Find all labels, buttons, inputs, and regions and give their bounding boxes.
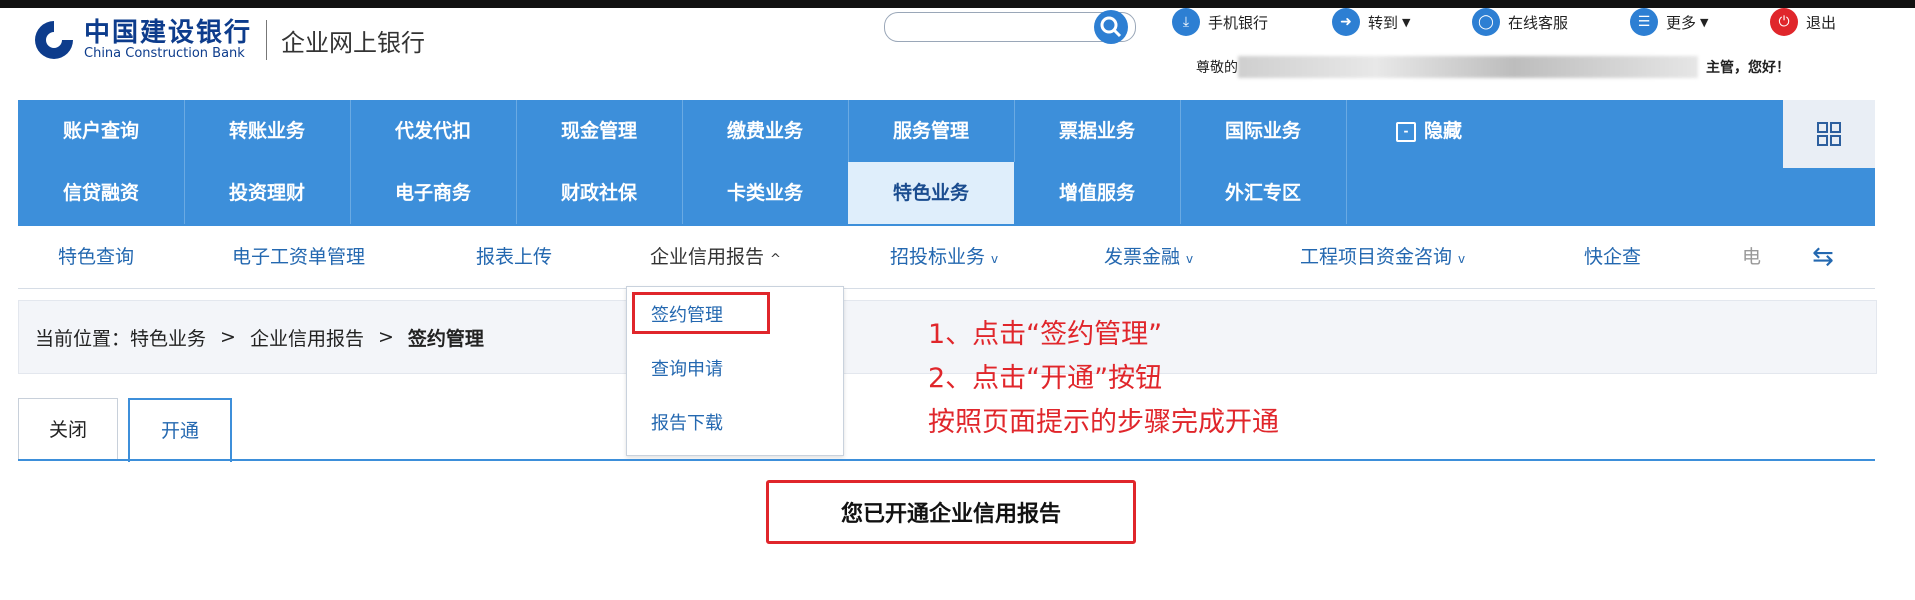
subnav-quick-query[interactable]: 快企查 [1584, 226, 1641, 288]
welcome-suffix: 主管，您好！ [1706, 60, 1790, 76]
menu-item-sign-management[interactable]: 签约管理 [651, 301, 723, 327]
nav-credit-financing[interactable]: 信贷融资 [18, 162, 185, 224]
grid-menu-button[interactable] [1783, 100, 1875, 168]
nav-forex[interactable]: 外汇专区 [1180, 162, 1347, 224]
nav-payroll[interactable]: 代发代扣 [350, 100, 517, 162]
sub-nav: 特色查询 电子工资单管理 报表上传 企业信用报告 ^ 招投标业务 v 发票金融 v 工… [18, 226, 1875, 289]
menu-item-query-application[interactable]: 查询申请 [651, 355, 723, 381]
bidding-label: 招投标业务 [890, 246, 986, 268]
subnav-bidding[interactable]: 招投标业务 v [890, 226, 998, 288]
nav-finance-social[interactable]: 财政社保 [516, 162, 683, 224]
ccb-logo-icon [35, 21, 73, 59]
nav-service-management[interactable]: 服务管理 [848, 100, 1015, 162]
breadcrumb-level1[interactable]: 特色业务 [130, 324, 206, 351]
welcome-message: 尊敬的 主管，您好！ [1196, 56, 1790, 78]
breadcrumb-separator-icon: > [220, 326, 236, 348]
project-funds-label: 工程项目资金咨询 [1300, 246, 1453, 268]
credit-report-dropdown: 签约管理 查询申请 报告下载 [626, 286, 844, 456]
online-service-link[interactable]: ◯ 在线客服 [1472, 8, 1568, 36]
nav-cards[interactable]: 卡类业务 [682, 162, 849, 224]
subnav-payslip[interactable]: 电子工资单管理 [232, 226, 365, 288]
credit-report-label: 企业信用报告 [650, 246, 765, 268]
logo-text: 中国建设银行 China Construction Bank [84, 19, 252, 61]
redacted-company-name [1238, 56, 1698, 78]
tab-close[interactable]: 关闭 [18, 398, 118, 461]
subnav-overflow-item[interactable]: 电 [1742, 226, 1761, 288]
chevron-down-icon: v [991, 252, 999, 266]
invoice-finance-label: 发票金融 [1104, 246, 1181, 268]
main-nav: 账户查询 转账业务 代发代扣 现金管理 缴费业务 服务管理 票据业务 国际业务 … [18, 100, 1875, 226]
forward-arrow-icon: ➜ [1332, 8, 1360, 36]
nav-ecommerce[interactable]: 电子商务 [350, 162, 517, 224]
annotation-step1: 1、点击“签约管理” [928, 319, 1163, 350]
status-message: 您已开通企业信用报告 [766, 480, 1136, 544]
goto-label: 转到 [1368, 13, 1399, 32]
top-border [0, 0, 1915, 8]
breadcrumb-prefix: 当前位置： [35, 327, 131, 350]
nav-transfer[interactable]: 转账业务 [184, 100, 351, 162]
subnav-invoice-finance[interactable]: 发票金融 v [1104, 226, 1193, 288]
more-label: 更多 [1666, 13, 1697, 32]
subnav-project-funds[interactable]: 工程项目资金咨询 v [1300, 226, 1465, 288]
menu-item-report-download[interactable]: 报告下载 [651, 409, 723, 435]
chevron-down-icon: ▼ [1700, 15, 1709, 29]
power-icon: ⏻ [1770, 8, 1798, 36]
breadcrumb-level2[interactable]: 企业信用报告 [250, 324, 364, 351]
nav-hide-button[interactable]: - 隐藏 [1346, 100, 1512, 162]
chevron-down-icon: v [1458, 252, 1466, 266]
grid-icon [1817, 122, 1841, 146]
chevron-up-icon: ^ [770, 252, 781, 267]
bank-logo[interactable]: 中国建设银行 China Construction Bank 企业网上银行 [32, 16, 425, 64]
scroll-arrows-icon[interactable]: ⇆ [1812, 226, 1834, 288]
bank-name-cn: 中国建设银行 [84, 18, 253, 48]
bank-name-en: China Construction Bank [84, 46, 245, 61]
nav-value-added[interactable]: 增值服务 [1014, 162, 1181, 224]
subnav-report-upload[interactable]: 报表上传 [476, 226, 552, 288]
breadcrumb-separator-icon: > [377, 326, 394, 348]
subnav-credit-report[interactable]: 企业信用报告 ^ [650, 226, 781, 288]
nav-special-business[interactable]: 特色业务 [848, 162, 1014, 224]
hide-icon: - [1395, 121, 1416, 142]
nav-bill-payment[interactable]: 缴费业务 [682, 100, 849, 162]
welcome-prefix: 尊敬的 [1196, 60, 1238, 76]
mobile-bank-label: 手机银行 [1208, 13, 1269, 32]
nav-bills[interactable]: 票据业务 [1014, 100, 1181, 162]
mobile-bank-link[interactable]: ⤓ 手机银行 [1172, 8, 1268, 36]
annotation-step3: 按照页面提示的步骤完成开通 [928, 407, 1279, 438]
search-icon [1100, 16, 1122, 38]
nav-investment[interactable]: 投资理财 [184, 162, 351, 224]
logo-divider [266, 20, 268, 60]
more-menu[interactable]: ☰ 更多 ▼ [1630, 8, 1708, 36]
search-button[interactable] [1094, 10, 1128, 44]
annotation-step2: 2、点击“开通”按钮 [928, 363, 1163, 394]
breadcrumb-current: 签约管理 [407, 327, 484, 350]
download-icon: ⤓ [1172, 8, 1200, 36]
chevron-down-icon: ▼ [1402, 15, 1411, 29]
site-name: 企业网上银行 [281, 28, 426, 57]
nav-account-query[interactable]: 账户查询 [18, 100, 185, 162]
chevron-down-icon: v [1186, 252, 1194, 266]
search-input[interactable] [895, 13, 1109, 41]
list-icon: ☰ [1630, 8, 1658, 36]
nav-cash-management[interactable]: 现金管理 [516, 100, 683, 162]
goto-menu[interactable]: ➜ 转到 ▼ [1332, 8, 1410, 36]
logout-button[interactable]: ⏻ 退出 [1770, 8, 1836, 36]
tab-underline [18, 459, 1875, 461]
tab-open[interactable]: 开通 [128, 398, 232, 462]
nav-international[interactable]: 国际业务 [1180, 100, 1347, 162]
hide-label: 隐藏 [1423, 120, 1462, 142]
subnav-special-query[interactable]: 特色查询 [58, 226, 134, 288]
logout-label: 退出 [1806, 13, 1837, 32]
online-service-label: 在线客服 [1508, 13, 1569, 32]
user-icon: ◯ [1472, 8, 1500, 36]
